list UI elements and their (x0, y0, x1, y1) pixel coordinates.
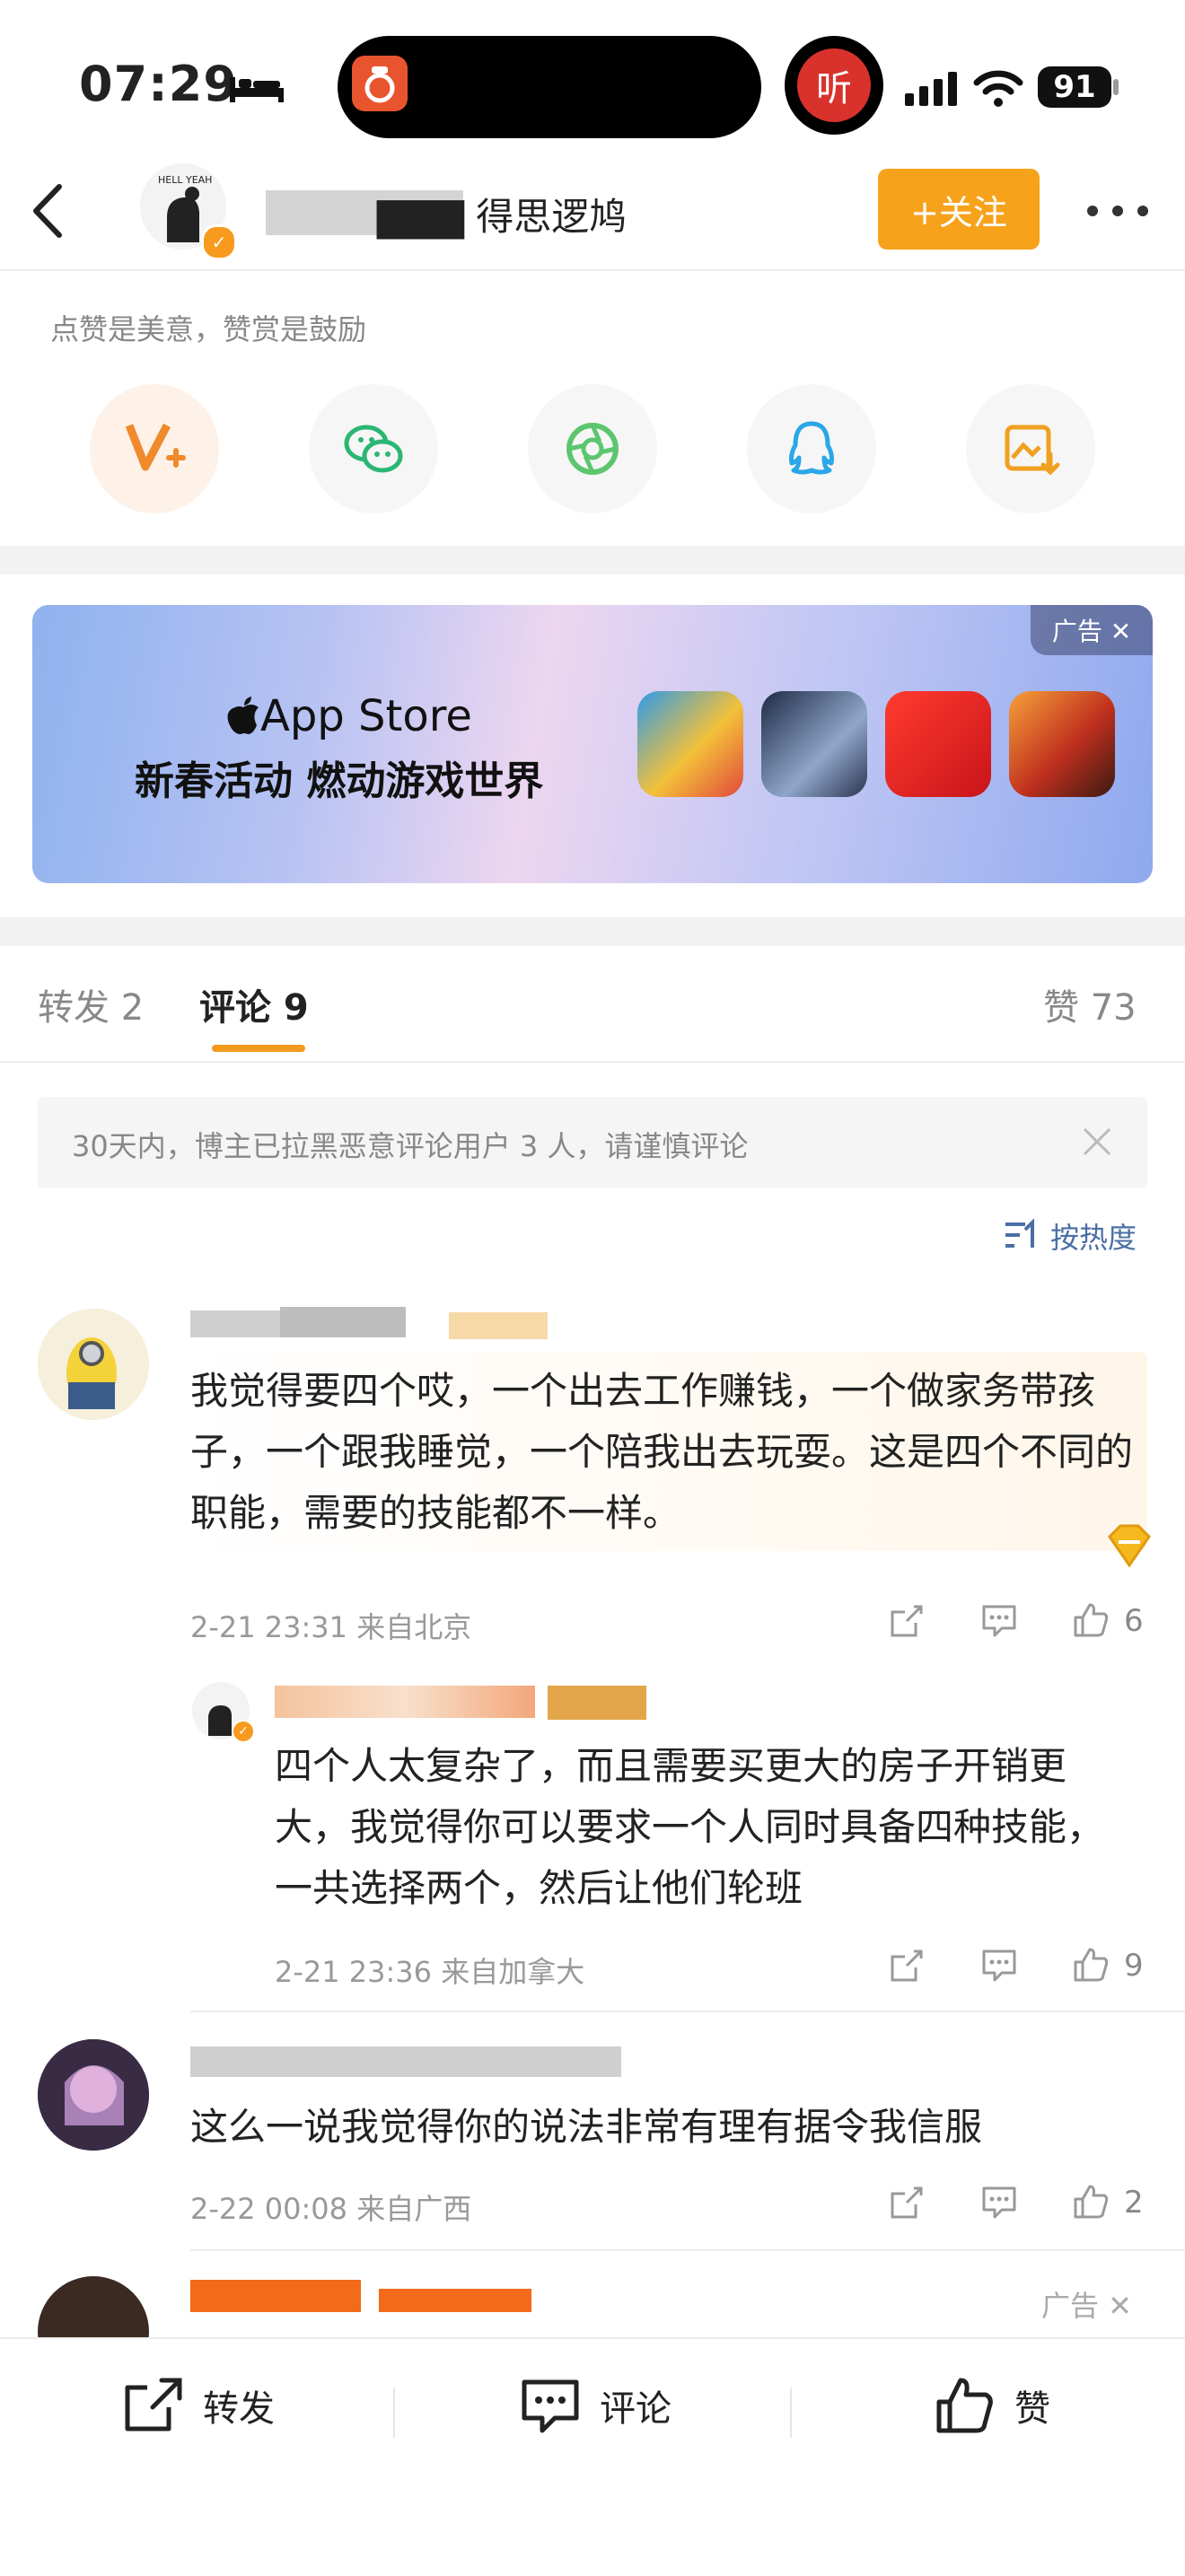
bottom-repost-label: 转发 (203, 2388, 275, 2430)
reply-icon[interactable] (980, 1603, 1018, 1639)
battery-indicator: 91 (1038, 66, 1111, 108)
game-icon-1[interactable] (637, 691, 743, 797)
reply-verified-icon: ✓ (232, 1720, 255, 1743)
verified-badge-icon: ✓ (201, 224, 237, 260)
tab-comments[interactable]: 评论 9 (199, 978, 309, 1030)
comment-text: 这么一说我觉得你的说法非常有理有据令我信服 (190, 2105, 983, 2149)
share-moments-button[interactable] (528, 384, 657, 513)
game-icon-3[interactable] (885, 691, 991, 797)
more-icon[interactable] (1086, 205, 1149, 217)
commenter-name-mosaic-2 (280, 1307, 406, 1337)
ad-title: 新春活动 燃动游戏世界 (135, 758, 544, 804)
comment-avatar[interactable] (38, 1309, 149, 1420)
bed-icon (230, 77, 284, 102)
back-icon[interactable] (27, 180, 72, 242)
listen-icon: 听 (797, 48, 871, 122)
top-fan-crown-icon (1108, 1524, 1151, 1568)
share-icon[interactable] (889, 1948, 925, 1984)
ad-tag-close[interactable]: 广告 ✕ (1031, 605, 1153, 655)
bottom-action-bar (0, 2337, 1185, 2576)
reply-icon[interactable] (980, 2185, 1018, 2221)
close-icon[interactable] (1081, 1126, 1113, 1158)
bottom-like-button[interactable]: 赞 (934, 2377, 1050, 2434)
comment-meta: 2-21 23:31 来自北京 (190, 1610, 472, 1644)
replier-badge (548, 1686, 646, 1720)
bottom-separator (790, 2388, 792, 2438)
replier-name-mosaic (275, 1686, 535, 1718)
svg-text:HELL YEAH: HELL YEAH (158, 174, 212, 186)
battery-tip (1113, 79, 1119, 95)
bottom-like-label: 赞 (1014, 2388, 1050, 2430)
follow-button[interactable]: +关注 (878, 169, 1040, 250)
commenter-badge (449, 1312, 548, 1339)
game-icon-4[interactable] (1009, 691, 1115, 797)
ad-commenter-name-mosaic-2 (379, 2289, 531, 2312)
ad-brand: App Store (260, 691, 472, 741)
reply-icon[interactable] (980, 1948, 1018, 1984)
reply-meta: 2-21 23:36 来自加拿大 (275, 1955, 585, 1989)
commenter-name-mosaic (190, 2046, 621, 2077)
comment-meta: 2-22 00:08 来自广西 (190, 2192, 472, 2226)
share-icon[interactable] (889, 1603, 925, 1639)
live-activity-app-icon[interactable] (352, 56, 408, 111)
ad-commenter-name-mosaic (190, 2280, 361, 2312)
reward-hint: 点赞是美意，赞赏是鼓励 (50, 312, 367, 346)
game-icon-2[interactable] (761, 691, 867, 797)
like-count: 6 (1124, 1603, 1144, 1639)
share-wechat-button[interactable] (309, 384, 438, 513)
ad-comment-tag[interactable]: 广告 ✕ (1041, 2283, 1132, 2325)
thumb-up-icon (936, 2378, 993, 2433)
qq-icon (789, 421, 834, 475)
share-qq-button[interactable] (747, 384, 876, 513)
like-icon[interactable] (1072, 2183, 1110, 2221)
save-image-button[interactable] (966, 384, 1095, 513)
apple-logo-icon (227, 697, 259, 734)
sort-icon[interactable] (1004, 1219, 1040, 1251)
tab-active-indicator (212, 1045, 305, 1052)
bottom-comment-button[interactable]: 评论 (519, 2377, 672, 2434)
bottom-separator (393, 2388, 395, 2438)
bottom-repost-button[interactable]: 转发 (122, 2377, 275, 2434)
save-image-icon (1005, 425, 1060, 476)
reply-text: 四个人太复杂了，而且需要买更大的房子开销更大，我觉得你可以要求一个人同时具备四种… (275, 1744, 1105, 1910)
like-icon[interactable] (1072, 1601, 1110, 1639)
sort-by-heat[interactable]: 按热度 (1050, 1215, 1137, 1257)
tab-repost[interactable]: 转发 2 (38, 978, 144, 1030)
moments-icon (566, 423, 619, 475)
comment-divider (190, 2249, 1185, 2251)
wechat-icon (344, 425, 403, 473)
comment-avatar[interactable] (38, 2039, 149, 2151)
vplus-reward-button[interactable] (90, 384, 219, 513)
vplus-icon (125, 423, 186, 471)
like-count: 9 (1124, 1948, 1144, 1984)
header-divider (0, 269, 1185, 271)
section-separator (0, 546, 1185, 574)
wifi-icon (973, 70, 1023, 107)
bottom-comment-label: 评论 (600, 2388, 672, 2430)
like-icon[interactable] (1072, 1946, 1110, 1984)
tab-likes[interactable]: 赞 73 (1043, 978, 1137, 1030)
share-icon[interactable] (889, 2185, 925, 2221)
like-count: 2 (1124, 2185, 1144, 2221)
repost-icon (125, 2378, 182, 2431)
comment-divider (190, 2011, 1185, 2012)
section-separator-2 (0, 917, 1185, 946)
status-time: 07:29 (79, 56, 238, 112)
block-notice-text: 30天内，博主已拉黑恶意评论用户 3 人，请谨慎评论 (72, 1129, 749, 1163)
tabs-divider (0, 1061, 1185, 1063)
author-name[interactable]: ▇▇▇ 得思逻鸠 (377, 187, 627, 241)
comment-icon (522, 2379, 579, 2433)
comment-text: 我觉得要四个哎，一个出去工作赚钱，一个做家务带孩子，一个跟我睡觉，一个陪我出去玩… (190, 1369, 1134, 1535)
signal-icon (905, 72, 957, 106)
